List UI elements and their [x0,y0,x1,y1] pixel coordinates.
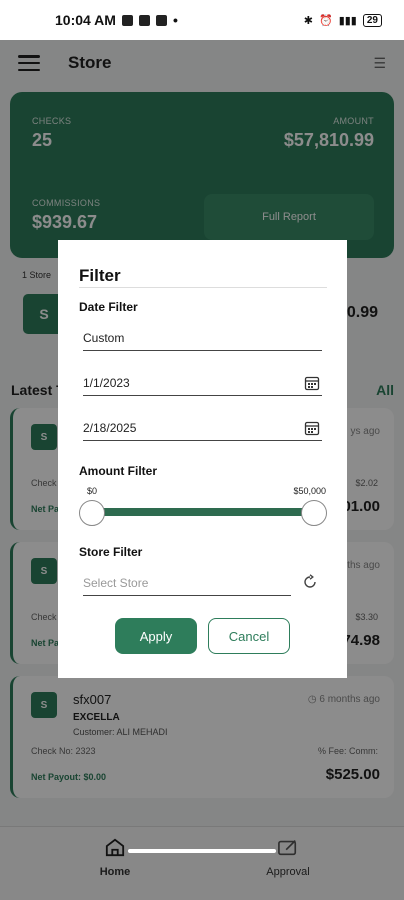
calendar-icon[interactable] [304,375,320,391]
gesture-bar [128,849,276,853]
notification-icon [155,14,167,26]
range-min-thumb[interactable] [79,500,105,526]
apply-button[interactable]: Apply [115,618,197,654]
end-date-field[interactable]: 2/18/2025 [83,415,322,441]
cancel-button[interactable]: Cancel [208,618,290,654]
amount-max-label: $50,000 [293,486,326,496]
refresh-icon[interactable] [302,574,318,590]
status-bar-left: 10:04 AM • [55,12,178,28]
amount-range-track[interactable] [92,508,314,516]
date-mode-value: Custom [83,330,125,345]
status-bar: 10:04 AM • ✱ ⏰ ▮▮▮ 29 [0,0,404,40]
amount-filter-label: Amount Filter [79,464,157,478]
filter-dialog: Filter Date Filter Custom 1/1/2023 2/18/… [58,240,347,678]
date-mode-select[interactable]: Custom [83,325,322,351]
end-date-value: 2/18/2025 [83,420,137,435]
dot-icon: • [172,12,178,28]
notification-icon [121,14,133,26]
notification-icon [138,14,150,26]
start-date-value: 1/1/2023 [83,375,130,390]
status-time: 10:04 AM [55,12,116,28]
range-max-thumb[interactable] [301,500,327,526]
bluetooth-icon: ✱ [303,14,313,27]
date-filter-label: Date Filter [79,300,138,314]
battery-icon: 29 [362,13,382,27]
divider [79,287,327,288]
start-date-field[interactable]: 1/1/2023 [83,370,322,396]
signal-icon: ▮▮▮ [338,14,357,27]
store-placeholder: Select Store [83,575,149,590]
amount-min-label: $0 [87,486,98,496]
calendar-icon[interactable] [304,420,320,436]
dialog-title: Filter [79,266,121,285]
store-filter-label: Store Filter [79,545,143,559]
alarm-icon: ⏰ [319,14,333,27]
store-select[interactable]: Select Store [83,570,291,596]
status-bar-right: ✱ ⏰ ▮▮▮ 29 [303,13,382,27]
